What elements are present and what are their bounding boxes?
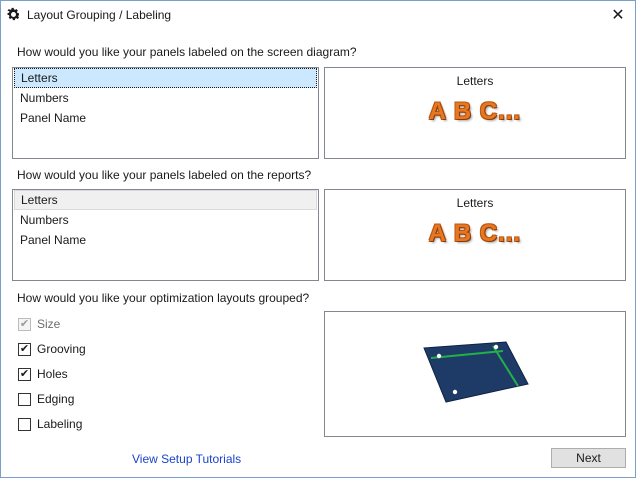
checkmark-icon: ✔	[19, 342, 30, 355]
hole-marker	[452, 389, 458, 395]
size-label: Size	[37, 317, 61, 331]
screen-label-question: How would you like your panels labeled o…	[17, 45, 357, 59]
group-by-grooving-option[interactable]: ✔ Grooving	[18, 341, 86, 357]
checkmark-icon: ✔	[19, 367, 30, 380]
close-icon: ✕	[611, 7, 625, 24]
title-bar: Layout Grouping / Labeling ✕	[1, 1, 635, 29]
hole-marker	[493, 344, 499, 350]
screen-label-listbox[interactable]: Letters Numbers Panel Name	[12, 67, 319, 159]
report-preview-sample: A B C...	[428, 220, 522, 247]
report-label-option-numbers[interactable]: Numbers	[14, 210, 317, 230]
checkmark-icon: ✔	[19, 317, 30, 330]
view-setup-tutorials-link[interactable]: View Setup Tutorials	[132, 452, 241, 466]
report-label-preview: Letters A B C...	[324, 189, 626, 281]
screen-label-option-panel-name[interactable]: Panel Name	[14, 108, 317, 128]
size-checkbox[interactable]: ✔	[18, 317, 31, 331]
report-label-question: How would you like your panels labeled o…	[17, 168, 312, 182]
close-button[interactable]: ✕	[601, 1, 635, 29]
group-by-size-option[interactable]: ✔ Size	[18, 316, 60, 332]
screen-preview-sample: A B C...	[428, 98, 522, 125]
holes-checkbox[interactable]: ✔	[18, 367, 31, 381]
labeling-checkbox[interactable]	[18, 417, 31, 431]
labeling-label: Labeling	[37, 417, 83, 431]
group-by-holes-option[interactable]: ✔ Holes	[18, 366, 68, 382]
report-label-option-panel-name[interactable]: Panel Name	[14, 230, 317, 250]
report-label-listbox[interactable]: Letters Numbers Panel Name	[12, 189, 319, 281]
panel-illustration	[423, 341, 529, 403]
report-label-option-letters[interactable]: Letters	[14, 190, 317, 210]
grooving-label: Grooving	[37, 342, 86, 356]
grooving-checkbox[interactable]: ✔	[18, 342, 31, 356]
screen-label-option-numbers[interactable]: Numbers	[14, 88, 317, 108]
next-button[interactable]: Next	[551, 448, 626, 468]
grouping-question: How would you like your optimization lay…	[17, 291, 310, 305]
grouping-preview	[324, 311, 626, 437]
screen-label-preview: Letters A B C...	[324, 67, 626, 159]
gear-icon	[7, 7, 21, 21]
holes-label: Holes	[37, 367, 68, 381]
dialog-window: Layout Grouping / Labeling ✕ How would y…	[0, 0, 636, 478]
report-preview-title: Letters	[456, 196, 494, 210]
screen-label-option-letters[interactable]: Letters	[14, 68, 317, 88]
hole-marker	[436, 353, 442, 359]
group-by-labeling-option[interactable]: Labeling	[18, 416, 82, 432]
group-by-edging-option[interactable]: Edging	[18, 391, 74, 407]
edging-checkbox[interactable]	[18, 392, 31, 406]
panel-shape	[423, 341, 529, 403]
screen-preview-title: Letters	[456, 74, 494, 88]
window-title: Layout Grouping / Labeling	[27, 8, 172, 22]
edging-label: Edging	[37, 392, 75, 406]
